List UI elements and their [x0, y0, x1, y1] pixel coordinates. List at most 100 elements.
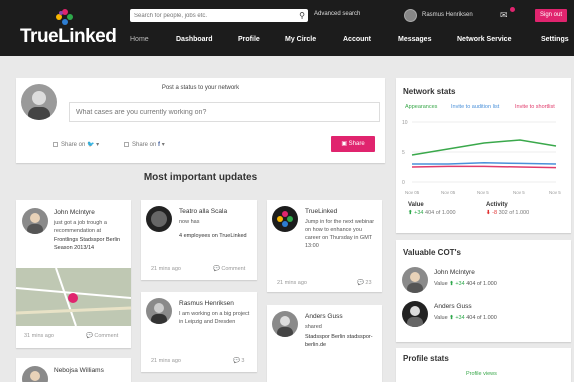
nav-profile[interactable]: Profile [238, 36, 260, 43]
post-link[interactable]: Stadsspor Berlin stadsspor-berlin.de [305, 333, 377, 349]
legend-item[interactable]: Invite to audition list [451, 104, 499, 110]
post-text: now has [179, 219, 200, 225]
profile-views-label: Profile views [466, 371, 497, 377]
person-name[interactable]: Anders Guss [434, 303, 472, 310]
post-link[interactable]: Frontlings Stadsspor Berlin Season 2013/… [54, 236, 126, 252]
search-box[interactable]: ⚲ [130, 9, 308, 22]
status-card: Post a status to your network Share on 🐦… [16, 78, 385, 163]
person-value: Value ⬆ +34 404 of 1.000 [434, 281, 497, 287]
value-rank: 404 of 1.000 [466, 315, 497, 321]
value-label: Value [408, 202, 424, 208]
post-card[interactable]: TrueLinked Jump in for the next webinar … [267, 200, 382, 292]
logo-icon [56, 9, 74, 27]
share-facebook-option[interactable]: Share on f ▾ [124, 141, 165, 148]
post-text: I am working on a big project in Leipzig… [179, 311, 250, 325]
post-time: 21 mins ago [277, 280, 307, 286]
notification-icon[interactable]: ✉ [500, 7, 515, 22]
person-value: Value ⬆ +34 404 of 1.000 [434, 315, 497, 321]
value-stat: Value ⬆ +34 404 of 1.000 [408, 202, 456, 216]
post-text: just got a job trough a recommendation a… [54, 220, 107, 234]
share-button[interactable]: ▣ Share [331, 136, 375, 152]
nav-my-circle[interactable]: My Circle [285, 36, 316, 43]
avatar[interactable] [402, 267, 428, 293]
profile-stats-title: Profile stats [403, 354, 449, 363]
signout-button[interactable]: Sign out [535, 9, 567, 22]
comment-label: Comment [221, 266, 246, 272]
legend-item[interactable]: Invite to shortlist [515, 104, 555, 110]
nav-network-service[interactable]: Network Service [457, 36, 511, 43]
valuable-cots-title: Valuable COT's [403, 248, 461, 257]
network-stats-title: Network stats [403, 87, 456, 96]
valuable-cots-card: Valuable COT's John McIntyre Value ⬆ +34… [396, 240, 571, 342]
arrow-up-icon: ⬆ [449, 315, 454, 321]
arrow-up-icon: ⬆ [408, 210, 413, 216]
top-header: TrueLinked ⚲ Advanced search Rasmus Henr… [0, 0, 574, 56]
value-change: +34 [455, 315, 465, 321]
logo-icon [272, 206, 298, 232]
post-card[interactable]: Teatro alla Scala now has 4 employees on… [141, 200, 257, 280]
post-text: Jump in for the next webinar on how to e… [305, 219, 375, 249]
advanced-search-link[interactable]: Advanced search [314, 11, 360, 17]
arrow-down-icon: ⬇ [486, 210, 491, 216]
comment-button[interactable]: 💬 Comment [86, 333, 118, 339]
status-title: Post a status to your network [161, 85, 240, 91]
comment-button[interactable]: 💬 Comment [213, 266, 245, 272]
avatar[interactable] [402, 301, 428, 327]
network-stats-card: Network stats Appearances Invite to audi… [396, 78, 571, 233]
share-twitter-label: Share on [61, 142, 86, 148]
nav-settings[interactable]: Settings [541, 36, 569, 43]
legend-item[interactable]: Appearances [405, 104, 437, 110]
post-time: 31 mins ago [24, 333, 54, 339]
value-change: +34 [414, 210, 424, 216]
x-tick-label: Nov 5 [549, 190, 561, 195]
search-input[interactable] [134, 11, 289, 20]
nav-messages[interactable]: Messages [398, 36, 431, 43]
post-author[interactable]: Nebojsa Williams [54, 367, 104, 374]
post-author[interactable]: Teatro alla Scala [179, 208, 227, 215]
avatar [22, 208, 48, 234]
status-input[interactable] [69, 102, 380, 122]
profile-stats-card: Profile stats Profile views [396, 348, 571, 382]
post-card[interactable]: Anders Guss shared Stadsspor Berlin stad… [267, 305, 382, 382]
activity-label: Activity [486, 202, 508, 208]
notification-badge [510, 7, 515, 12]
share-icon: ▣ [341, 141, 347, 147]
post-time: 21 mins ago [151, 358, 181, 364]
comment-count[interactable]: 💬 3 [233, 358, 244, 364]
post-author[interactable]: Anders Guss [305, 313, 343, 320]
series-line[interactable] [411, 165, 557, 169]
x-tick-label: Nov 05 [441, 190, 456, 195]
avatar [22, 366, 48, 382]
post-link[interactable]: 4 employees on TrueLinked [179, 232, 251, 240]
activity-stat: Activity ⬇ -8 302 of 1.000 [486, 202, 529, 216]
avatar [21, 84, 57, 120]
post-card[interactable]: Nebojsa Williams [16, 358, 131, 382]
series-line[interactable] [411, 139, 557, 156]
search-icon[interactable]: ⚲ [299, 11, 305, 20]
avatar [272, 311, 298, 337]
checkbox[interactable] [53, 141, 58, 147]
series-line[interactable] [412, 162, 557, 165]
avatar [146, 298, 172, 324]
avatar [146, 206, 172, 232]
nav-account[interactable]: Account [343, 36, 371, 43]
post-card[interactable]: John McIntyre just got a job trough a re… [16, 200, 131, 348]
y-tick-label: 5 [402, 150, 405, 156]
post-author[interactable]: TrueLinked [305, 208, 337, 215]
post-card[interactable]: Rasmus Henriksen I am working on a big p… [141, 292, 257, 372]
nav-home[interactable]: Home [130, 36, 149, 43]
map-image[interactable] [16, 268, 131, 326]
user-name: Rasmus Henriksen [422, 12, 473, 18]
arrow-up-icon: ⬆ [449, 281, 454, 287]
value-rank: 404 of 1.000 [466, 281, 497, 287]
share-button-label: Share [348, 141, 365, 147]
checkbox[interactable] [124, 141, 129, 147]
share-twitter-option[interactable]: Share on 🐦 ▾ [53, 141, 99, 148]
post-author[interactable]: Rasmus Henriksen [179, 300, 234, 307]
comment-label: Comment [94, 333, 119, 339]
value-label: Value [434, 315, 448, 321]
nav-dashboard[interactable]: Dashboard [176, 36, 213, 43]
comment-count[interactable]: 💬 23 [357, 280, 372, 286]
post-author[interactable]: John McIntyre [54, 209, 95, 216]
person-name[interactable]: John McIntyre [434, 269, 475, 276]
